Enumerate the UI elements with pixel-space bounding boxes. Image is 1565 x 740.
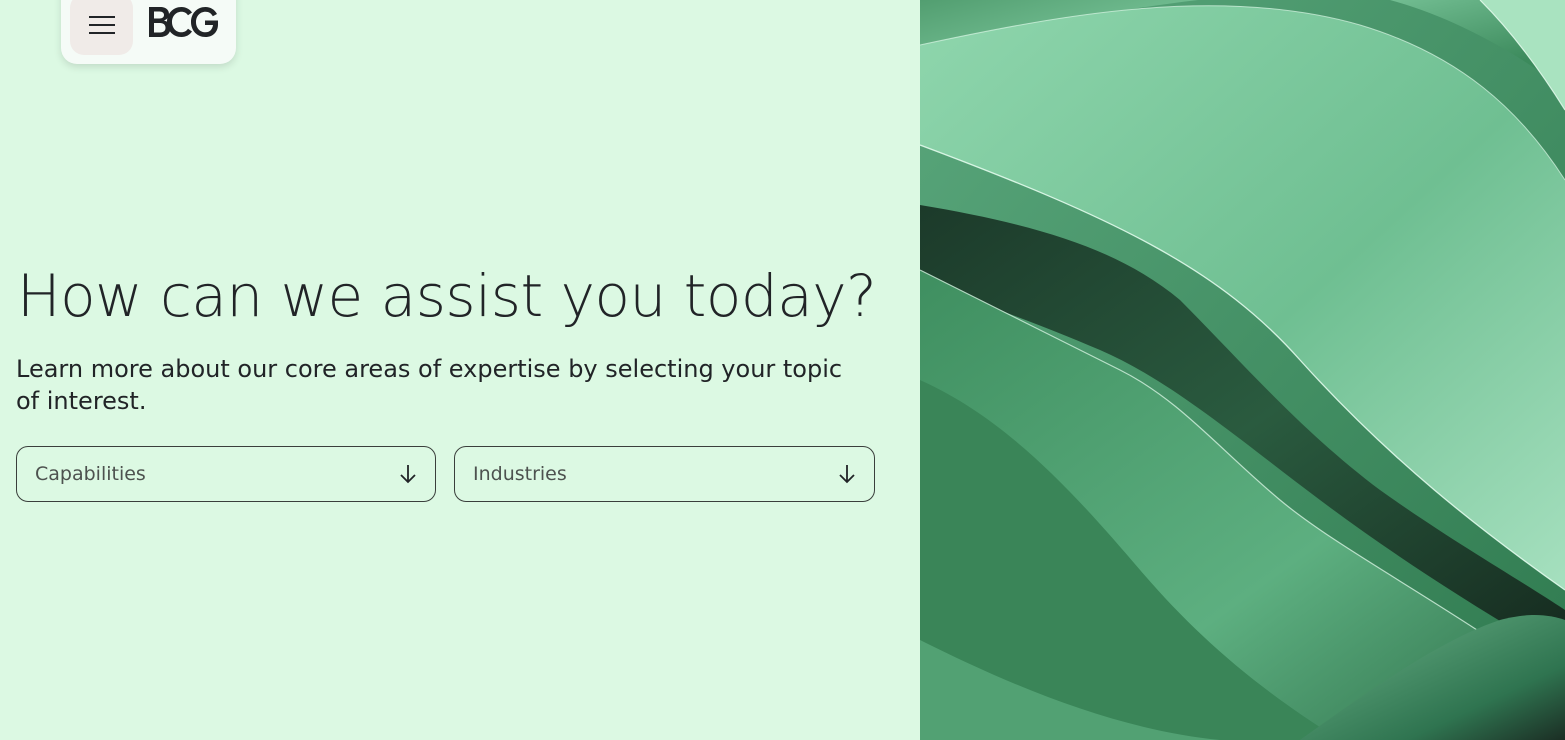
menu-button[interactable] (70, 0, 133, 55)
site-header (61, 0, 236, 64)
capabilities-label: Capabilities (35, 463, 146, 485)
bcg-logo[interactable] (147, 5, 219, 41)
hero-image (920, 0, 1565, 740)
arrow-down-icon (399, 464, 417, 484)
hamburger-menu-icon (88, 15, 116, 35)
page: How can we assist you today? Learn more … (0, 0, 1565, 740)
industries-label: Industries (473, 463, 567, 485)
content-pane: How can we assist you today? Learn more … (0, 0, 920, 740)
industries-dropdown[interactable]: Industries (454, 446, 875, 502)
arrow-down-icon (838, 464, 856, 484)
page-title: How can we assist you today? (17, 262, 877, 330)
page-subtitle: Learn more about our core areas of exper… (16, 355, 843, 415)
capabilities-dropdown[interactable]: Capabilities (16, 446, 436, 502)
